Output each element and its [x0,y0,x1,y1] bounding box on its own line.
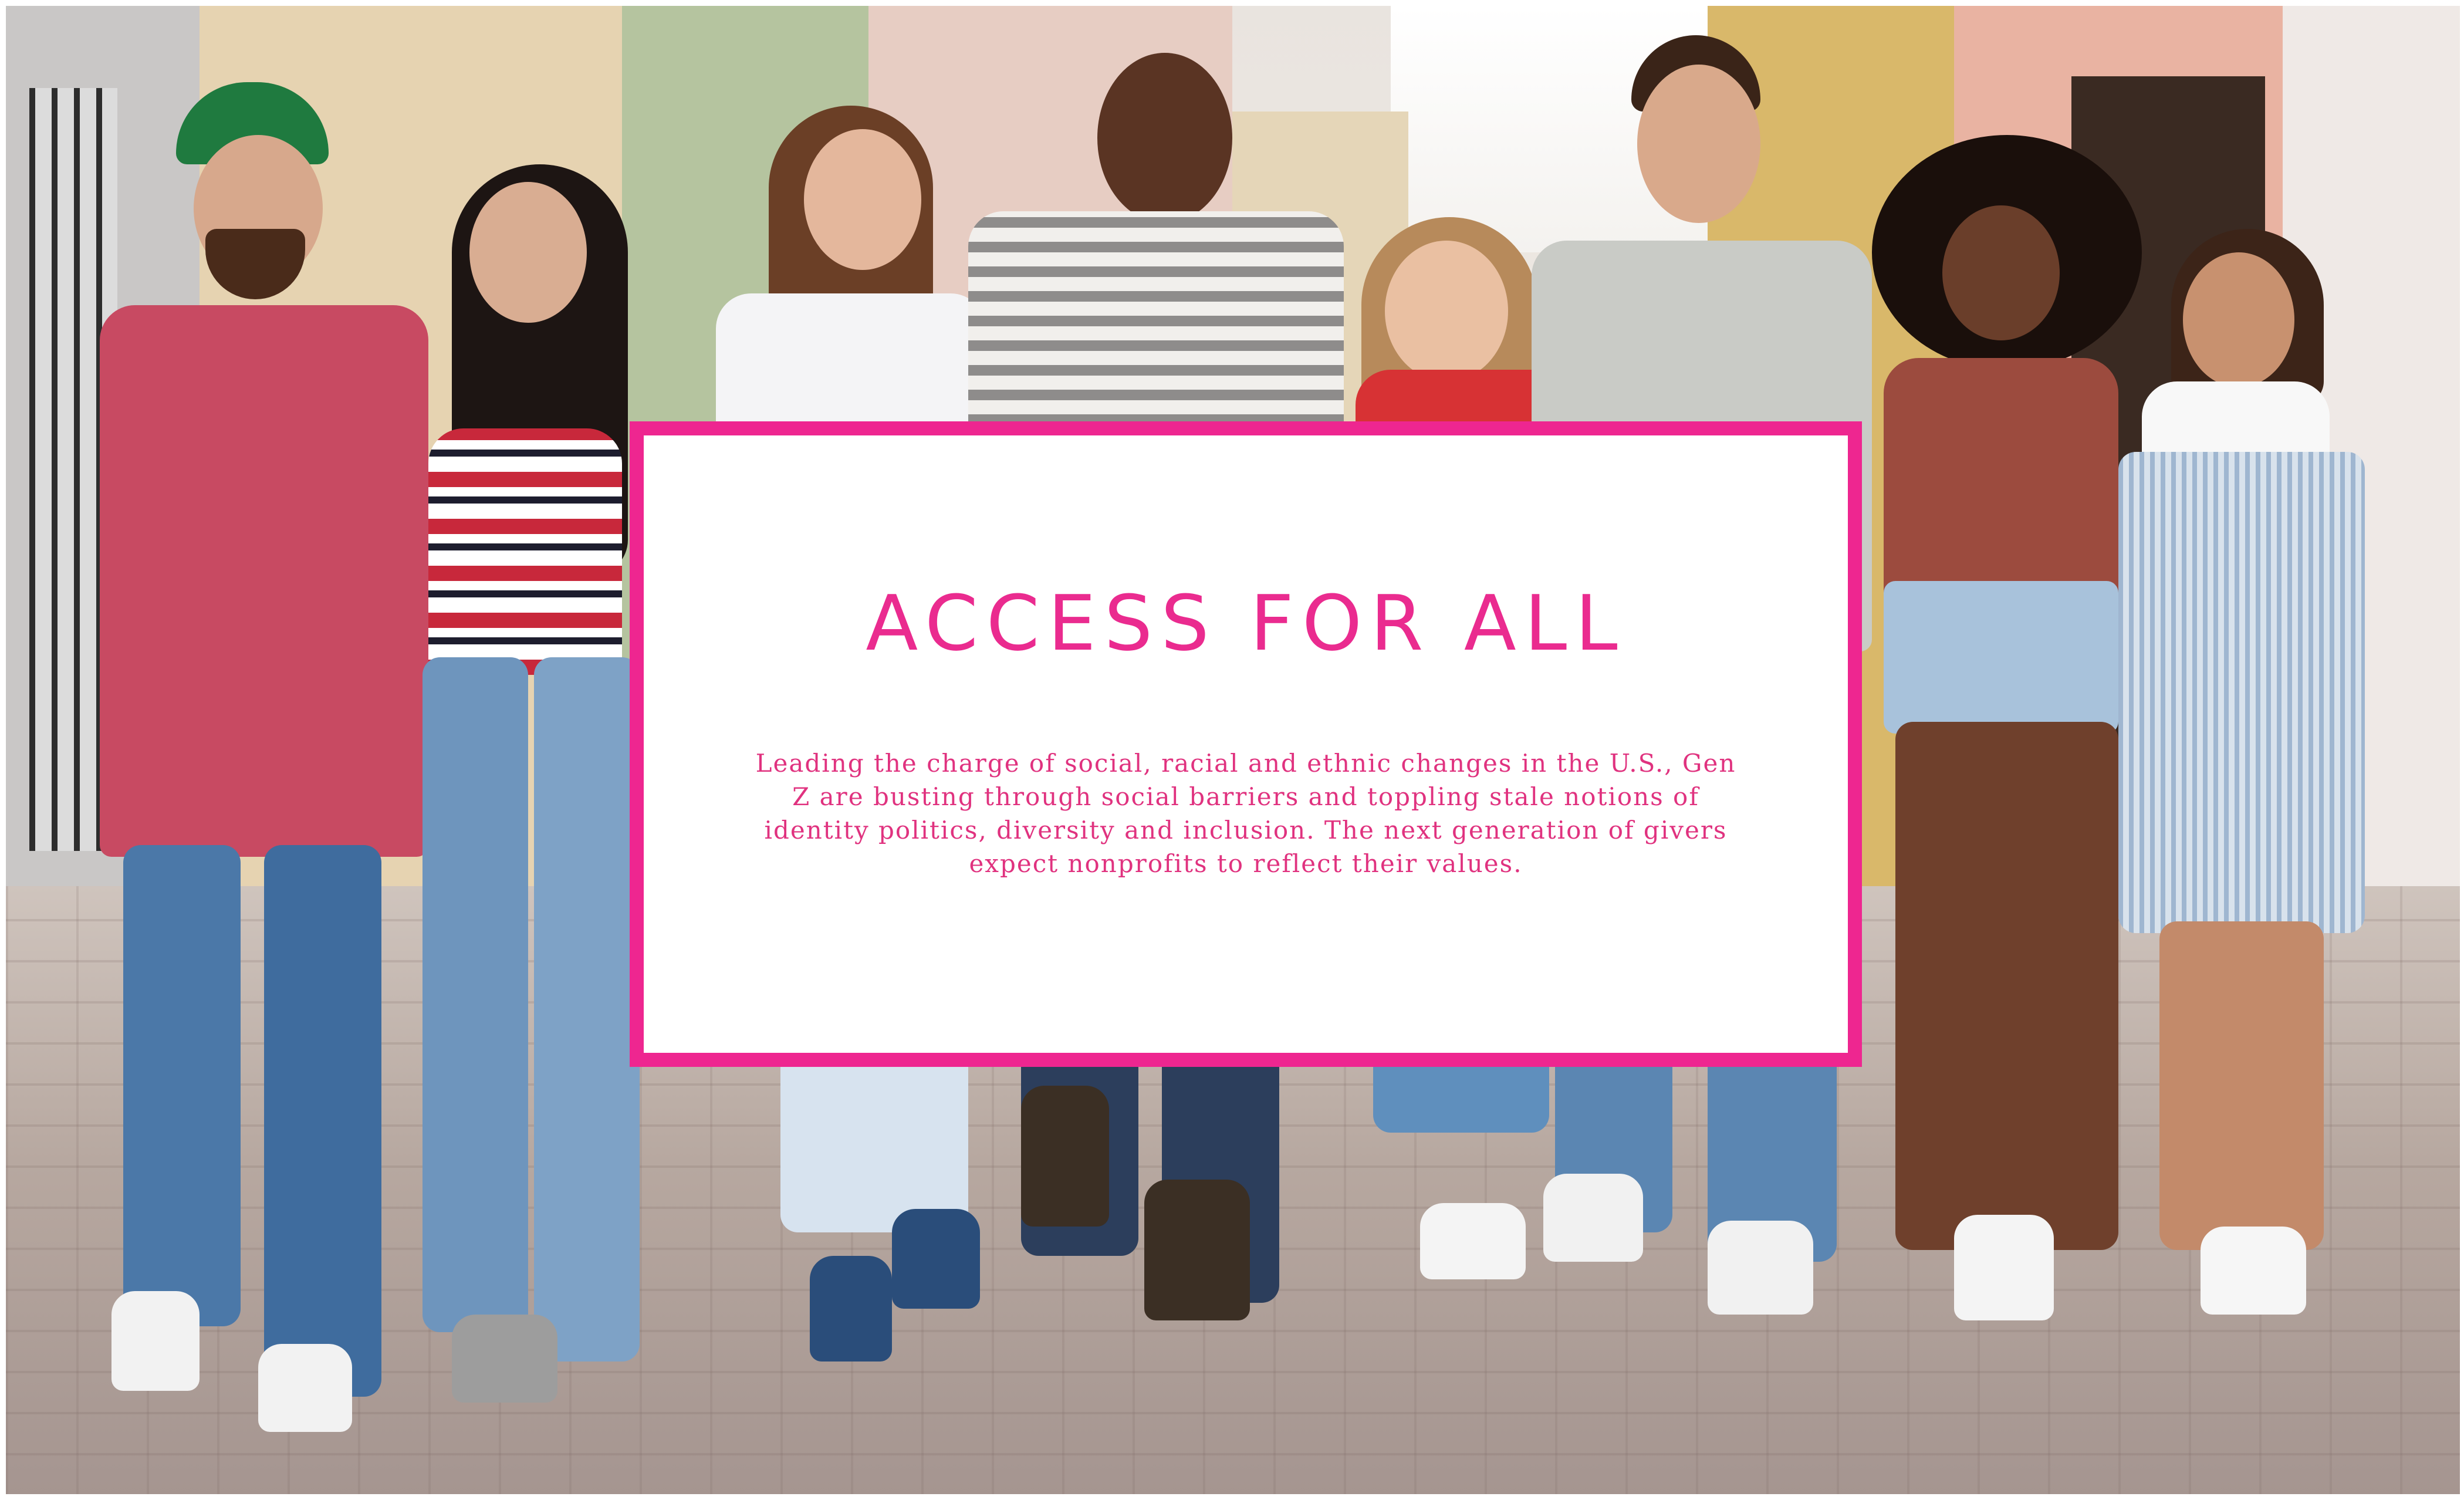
legs [2159,921,2324,1250]
sneaker-left [111,1291,200,1391]
striped-overalls [2118,452,2365,933]
white-sneaker-left [1543,1174,1643,1262]
head [1637,65,1760,223]
head [469,182,587,323]
head [1385,241,1508,381]
sneaker [452,1315,557,1403]
jeans-left [423,657,528,1332]
sneaker-right [258,1344,352,1432]
head [804,129,921,270]
navy-sneaker-left [810,1256,892,1362]
card-body-text: Leading the charge of social, racial and… [755,749,1736,878]
access-card: ACCESS FOR ALL Leading the charge of soc… [630,421,1862,1067]
boot-left [1021,1086,1109,1227]
white-sneaker [2201,1227,2306,1315]
jeans-right [534,657,640,1362]
jeans-left [123,845,241,1326]
boot-right [1144,1180,1250,1320]
denim-shorts [1884,581,2118,734]
person-overalls [2095,229,2400,1379]
card-title: ACCESS FOR ALL [866,579,1626,668]
white-sneaker [1954,1215,2054,1320]
red-shirt [100,305,428,857]
head [1942,205,2060,340]
jeans-right [264,845,381,1397]
slide: ACCESS FOR ALL Leading the charge of soc… [0,0,2464,1500]
beard [205,229,305,299]
legs [1895,722,2118,1250]
rust-top [1884,358,2118,604]
person-striped-top [387,164,669,1414]
white-sneaker-right [1708,1221,1813,1315]
white-sneaker [1420,1203,1526,1279]
head [1097,53,1232,223]
navy-sneaker-right [892,1209,980,1309]
striped-top [428,428,622,675]
head [2183,252,2294,387]
